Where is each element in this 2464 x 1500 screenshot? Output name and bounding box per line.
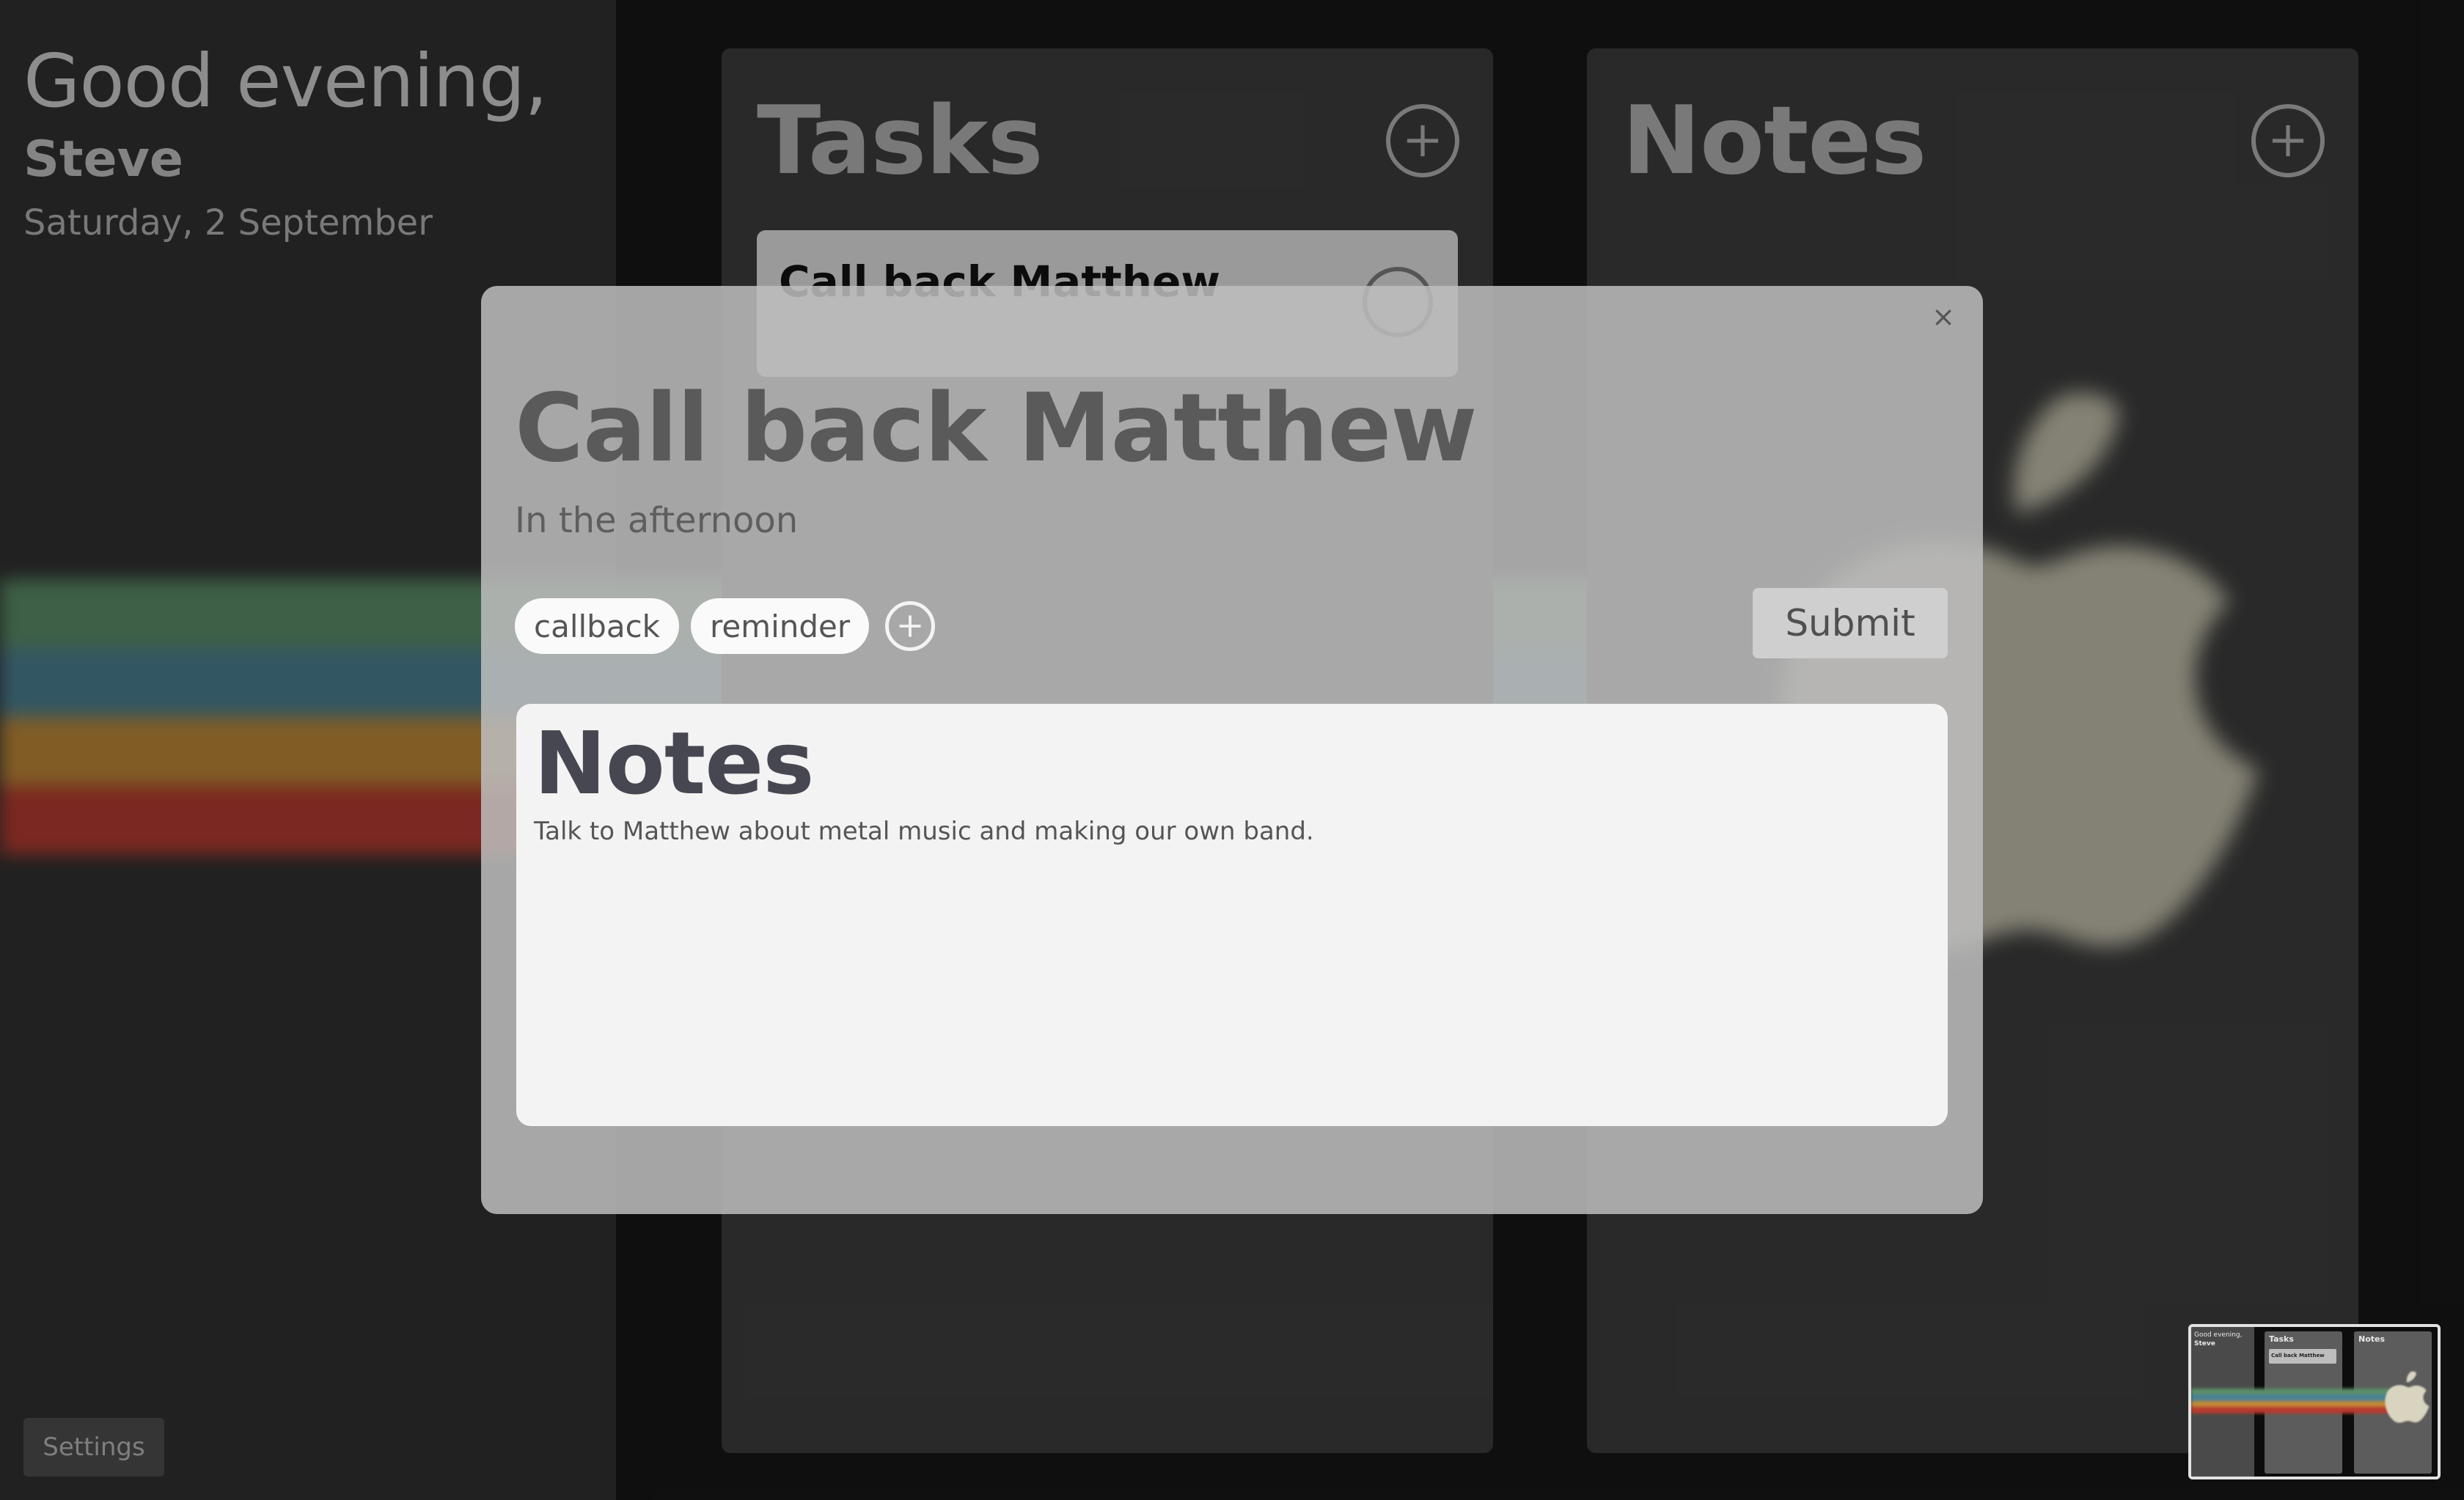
tag-chip[interactable]: callback xyxy=(515,598,679,654)
notes-editor[interactable]: Notes Talk to Matthew about metal music … xyxy=(516,704,1948,1126)
preview-greeting: Good evening, xyxy=(2194,1331,2243,1339)
preview-rainbow xyxy=(2191,1389,2411,1419)
add-tag-button[interactable] xyxy=(885,601,936,651)
tag-list: callback reminder xyxy=(515,597,936,655)
notes-body[interactable]: Talk to Matthew about metal music and ma… xyxy=(534,817,1314,846)
notes-heading: Notes xyxy=(534,713,814,814)
task-detail-modal: × Call back Matthew In the afternoon cal… xyxy=(481,286,1983,1214)
plus-circle-icon xyxy=(899,615,921,637)
preview-card-title: Call back Matthew xyxy=(2271,1353,2325,1359)
task-subtitle[interactable]: In the afternoon xyxy=(515,500,798,541)
task-title[interactable]: Call back Matthew xyxy=(515,374,1477,483)
close-icon[interactable]: × xyxy=(1927,301,1959,333)
app-window: Good evening, Steve Saturday, 2 Septembe… xyxy=(0,0,2464,1500)
preview-tasks-title: Tasks xyxy=(2269,1334,2294,1344)
preview-notes-title: Notes xyxy=(2358,1334,2386,1344)
window-preview-thumbnail[interactable]: Good evening, Steve Tasks Notes Call bac… xyxy=(2188,1324,2441,1479)
preview-apple-logo-icon xyxy=(2385,1371,2430,1423)
preview-user-name: Steve xyxy=(2194,1340,2215,1348)
submit-button[interactable]: Submit xyxy=(1753,588,1948,658)
tag-chip[interactable]: reminder xyxy=(690,598,870,654)
